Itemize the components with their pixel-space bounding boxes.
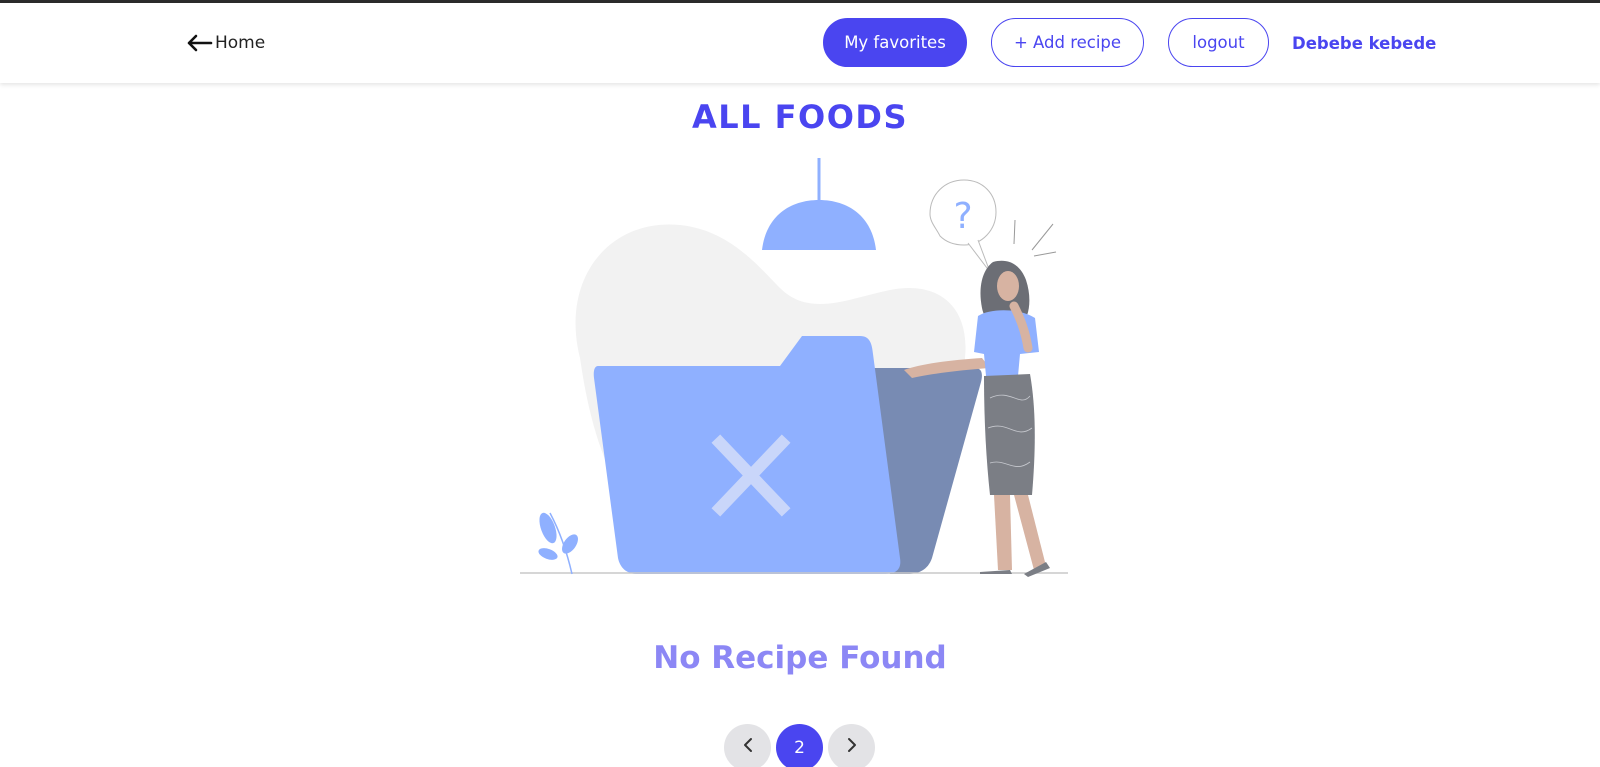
chevron-right-icon (845, 737, 859, 758)
previous-page-button[interactable] (724, 724, 771, 767)
empty-state-illustration: ? (512, 158, 1080, 590)
add-recipe-button[interactable]: + Add recipe (991, 18, 1144, 67)
no-recipe-message: No Recipe Found (653, 640, 947, 676)
my-favorites-button[interactable]: My favorites (823, 18, 967, 67)
svg-text:?: ? (953, 196, 972, 237)
home-link-label: Home (215, 33, 266, 53)
page-title: ALL FOODS (691, 98, 909, 136)
arrow-left-icon (185, 33, 213, 53)
page-number-button[interactable]: 2 (776, 724, 823, 767)
logout-button[interactable]: logout (1168, 18, 1269, 67)
next-page-button[interactable] (828, 724, 875, 767)
pagination: 2 (724, 724, 875, 767)
navbar: Home My favorites + Add recipe logout De… (0, 3, 1600, 83)
user-name-link[interactable]: Debebe kebede (1292, 34, 1436, 53)
home-link[interactable]: Home (185, 31, 265, 55)
chevron-left-icon (741, 737, 755, 758)
